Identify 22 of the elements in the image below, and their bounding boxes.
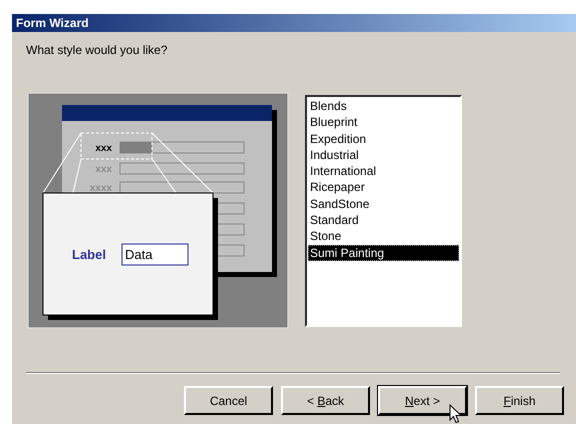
prompt-text: What style would you like? (26, 43, 168, 57)
back-button[interactable]: < Back (281, 386, 370, 415)
finish-button[interactable]: Finish (475, 386, 564, 415)
style-option[interactable]: Stone (308, 228, 459, 245)
style-option[interactable]: International (308, 163, 459, 180)
dashed-selection (80, 132, 152, 160)
style-option[interactable]: Standard (308, 212, 459, 228)
cancel-button[interactable]: Cancel (184, 386, 273, 415)
style-option[interactable]: Blends (308, 98, 459, 114)
callout-label: Label (72, 247, 106, 262)
style-option[interactable]: SandStone (308, 196, 459, 212)
next-button[interactable]: Next > (378, 386, 467, 415)
style-listbox[interactable]: Blends Blueprint Expedition Industrial International Ricepaper SandStone Standard Stone Sumi Painting (305, 95, 462, 327)
data-field: Data (122, 244, 188, 266)
mouse-pointer-icon (449, 404, 462, 424)
style-option[interactable]: Sumi Painting (308, 244, 459, 261)
style-option[interactable]: Industrial (308, 146, 459, 164)
field-label: xxx (95, 143, 112, 154)
style-option[interactable]: Ricepaper (308, 179, 459, 196)
style-option[interactable]: Blueprint (308, 114, 459, 131)
window-title: Form Wizard (12, 14, 576, 32)
style-option[interactable]: Expedition (308, 130, 459, 147)
